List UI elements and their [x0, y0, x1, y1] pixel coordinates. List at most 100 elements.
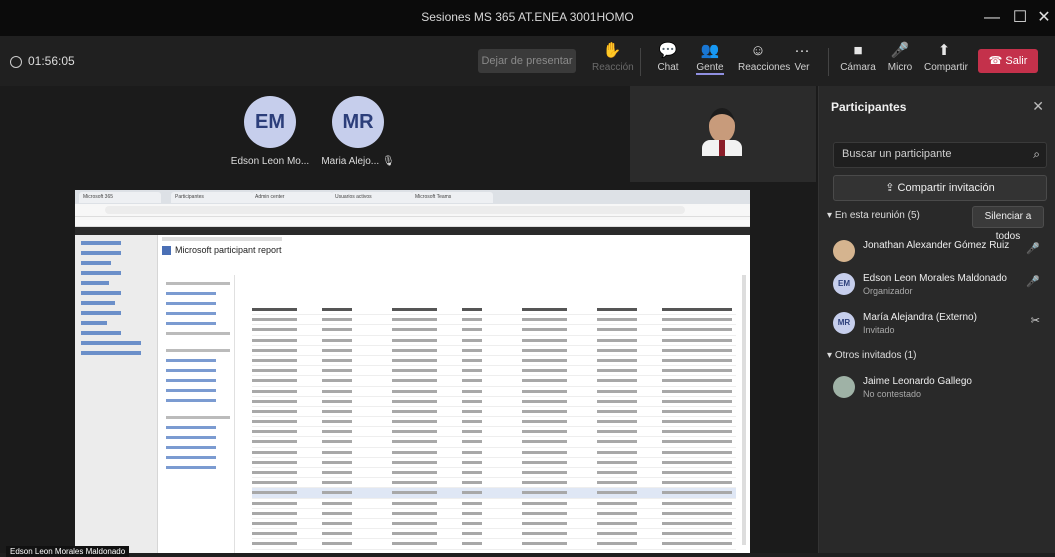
table-row [252, 529, 736, 540]
scrollbar[interactable] [742, 275, 746, 545]
table-row [252, 376, 736, 387]
mic-icon[interactable]: 🎤 [1026, 275, 1040, 288]
report-title: Microsoft participant report [162, 245, 282, 256]
admin-nav [75, 235, 158, 553]
table-header [252, 305, 736, 316]
meeting-toolbar: 01:56:05 Dejar de presentar ✋ Reacción 💬 C… [0, 36, 1055, 87]
title-bar: Sesiones MS 365 AT.ENEA 3001HOMO — ☐ ✕ [0, 0, 1055, 36]
meeting-stage: EM Edson Leon Mo... MR Maria Alejo... 🎙 … [0, 86, 818, 557]
others-section[interactable]: ▾ Otros invitados (1) [827, 350, 917, 361]
participants-panel: Participantes ✕ ⌕ ⇪ Compartir invitación… [818, 86, 1055, 553]
meeting-timer: 01:56:05 [10, 54, 75, 68]
in-meeting-section[interactable]: ▾ En esta reunión (5) [827, 210, 920, 221]
search-input[interactable] [842, 148, 1022, 160]
table-row [252, 356, 736, 367]
avatar: EM [244, 96, 296, 148]
more-button[interactable]: ··· Ver [782, 42, 822, 73]
divider [640, 48, 641, 76]
address-bar [75, 204, 750, 217]
avatar [833, 376, 855, 398]
browser-tab: Microsoft 365 [79, 192, 161, 203]
people-icon: 👥 [700, 42, 720, 59]
hand-icon: ✋ [602, 42, 622, 59]
report-table [252, 305, 736, 553]
chat-button[interactable]: 💬 Chat [648, 42, 688, 73]
table-row [252, 387, 736, 397]
participant-row[interactable]: MR María Alejandra (Externo) Invitado ✂ [833, 308, 1048, 342]
presenter-name-tag: Edson Leon Morales Maldonado [6, 546, 130, 557]
stop-presenting-button[interactable]: Dejar de presentar [478, 49, 576, 73]
chat-icon: 💬 [658, 42, 678, 59]
table-row [252, 397, 736, 407]
share-icon: ⬆ [937, 42, 951, 59]
browser-tab: Microsoft Teams [411, 192, 493, 203]
camera-button[interactable]: ■ Cámara [838, 42, 878, 73]
participant-role: Invitado [863, 325, 895, 335]
participant-status: No contestado [863, 389, 922, 399]
table-row [252, 437, 736, 448]
participant-name: Jaime Leonardo Gallego [863, 376, 972, 387]
table-row [252, 488, 736, 499]
participant-row[interactable]: Jaime Leonardo Gallego No contestado [833, 372, 1048, 406]
close-icon[interactable]: ✕ [1030, 6, 1055, 30]
table-row [252, 417, 736, 428]
browser-tab: Usuarios activos [331, 192, 413, 203]
mic-icon[interactable]: 🎤 [1026, 242, 1040, 255]
emoji-icon: ☺ [750, 42, 766, 59]
table-row [252, 336, 736, 346]
participant-name: Edson Leon Morales Maldonado [863, 273, 1007, 284]
table-row [252, 458, 736, 468]
participant-row[interactable]: EM Edson Leon Morales Maldonado Organiza… [833, 269, 1048, 303]
participant-row[interactable]: Jonathan Alexander Gómez Ruiz 🎤 [833, 236, 1048, 270]
reaction-button[interactable]: ✋ Reacción [592, 42, 634, 73]
table-row [252, 315, 736, 326]
participant-tile[interactable]: EM Edson Leon Mo... [230, 96, 310, 167]
table-row [252, 478, 736, 489]
camera-icon: ■ [853, 42, 863, 59]
mute-all-button[interactable]: Silenciar a todos [972, 206, 1044, 242]
mic-button[interactable]: 🎤 Micro [880, 42, 920, 73]
more-icon: ··· [794, 42, 810, 59]
table-row [252, 550, 736, 553]
browser-tab: Admin center [251, 192, 333, 203]
people-button[interactable]: 👥 Gente [690, 42, 730, 75]
participant-role: Organizador [863, 286, 913, 296]
bookmarks-bar [75, 217, 750, 227]
share-invite-button[interactable]: ⇪ Compartir invitación [833, 175, 1047, 201]
leave-button[interactable]: ☎ Salir [978, 49, 1038, 73]
table-row [252, 427, 736, 438]
avatar: EM [833, 273, 855, 295]
participant-tile[interactable]: MR Maria Alejo... 🎙 [318, 96, 398, 167]
table-row [252, 448, 736, 458]
filter-column [162, 275, 235, 553]
table-row [252, 519, 736, 530]
table-row [252, 468, 736, 479]
avatar [833, 240, 855, 262]
minimize-icon[interactable]: — [978, 6, 1006, 30]
table-row [252, 539, 736, 550]
avatar: MR [833, 312, 855, 334]
divider [828, 48, 829, 76]
close-icon[interactable]: ✕ [1032, 98, 1044, 115]
participant-name: María Alejandra (Externo) [863, 312, 977, 323]
mic-off-icon[interactable]: ✂ [1031, 314, 1040, 327]
participant-search[interactable]: ⌕ [833, 142, 1047, 168]
share-icon: ⇪ [885, 182, 895, 194]
table-row [252, 346, 736, 356]
reactions-button[interactable]: ☺ Reacciones [738, 42, 790, 73]
avatar: MR [332, 96, 384, 148]
share-button[interactable]: ⬆ Compartir [924, 42, 968, 73]
panel-title: Participantes [831, 100, 907, 114]
video-tile[interactable] [630, 86, 816, 182]
participant-video [702, 108, 742, 156]
table-row [252, 407, 736, 418]
browser-tab: Participantes [171, 192, 253, 203]
participant-name: Jonathan Alexander Gómez Ruiz [863, 240, 1010, 251]
browser-tab-bar: Microsoft 365 Participantes Admin center… [75, 190, 750, 204]
shared-screen: Microsoft 365 Participantes Admin center… [75, 190, 750, 553]
mic-icon: 🎙 [381, 156, 395, 167]
table-row [252, 366, 736, 377]
participant-name: Edson Leon Mo... [230, 156, 310, 167]
mic-icon: 🎤 [890, 42, 910, 59]
clock-icon [10, 55, 22, 68]
